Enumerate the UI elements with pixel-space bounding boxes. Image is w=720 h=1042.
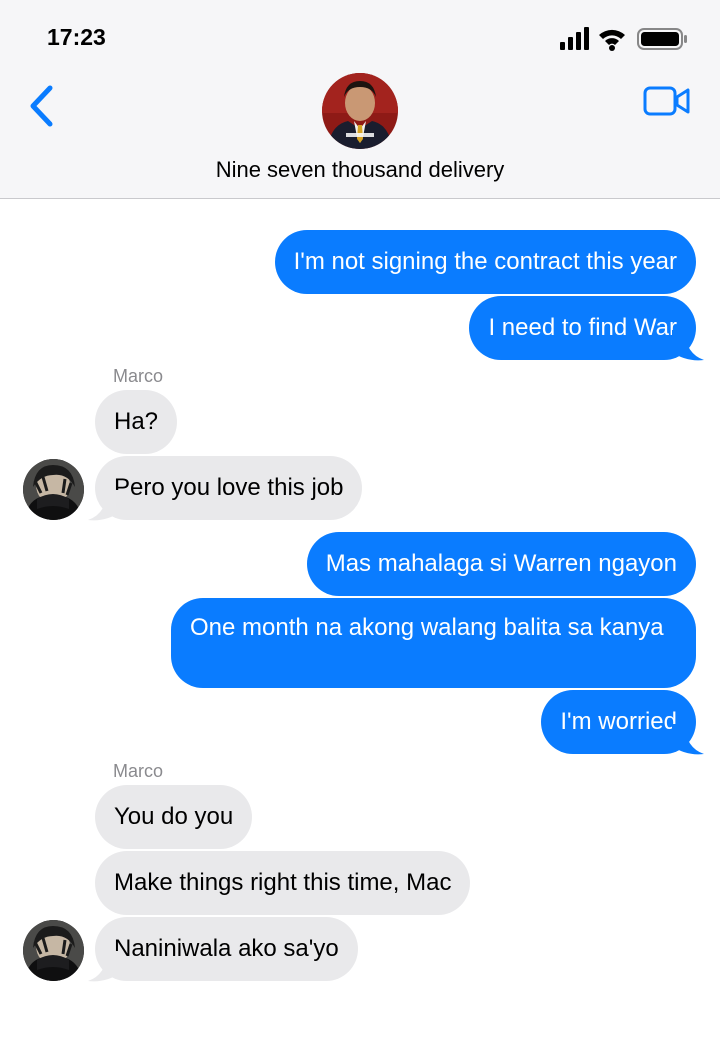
avatar-image — [23, 459, 84, 520]
incoming-message[interactable]: Make things right this time, Mac — [95, 851, 471, 915]
outgoing-bubble-tail — [672, 724, 704, 755]
battery-icon — [637, 28, 687, 50]
status-icons — [560, 27, 687, 51]
incoming-bubble-tail — [88, 951, 120, 982]
sender-avatar[interactable] — [23, 920, 84, 981]
signal-icon — [560, 27, 589, 50]
contact-avatar[interactable] — [322, 73, 398, 149]
back-chevron-icon[interactable] — [26, 84, 60, 128]
incoming-message[interactable]: Pero you love this job — [95, 456, 363, 520]
incoming-bubble-tail — [88, 490, 120, 521]
sender-name: Marco — [113, 366, 164, 386]
outgoing-bubble-tail — [672, 330, 704, 361]
avatar-image — [23, 920, 84, 981]
status-time: 17:23 — [47, 24, 106, 50]
outgoing-message[interactable]: Mas mahalaga si Warren ngayon — [306, 532, 696, 596]
incoming-message[interactable]: Ha? — [95, 390, 178, 454]
incoming-message[interactable]: You do you — [95, 785, 253, 849]
contact-name[interactable]: Nine seven thousand delivery — [0, 157, 720, 183]
video-call-icon[interactable] — [643, 84, 691, 118]
outgoing-message[interactable]: One month na akong walang balita sa kany… — [171, 598, 696, 688]
sender-name: Marco — [113, 761, 164, 781]
conversation-header: 17:23 Nine seven thousand delivery — [0, 0, 720, 199]
sender-avatar[interactable] — [23, 459, 84, 520]
incoming-message[interactable]: Naniniwala ako sa'yo — [95, 917, 358, 981]
outgoing-message[interactable]: I need to find War — [469, 296, 696, 360]
outgoing-message[interactable]: I'm not signing the contract this year — [274, 230, 696, 294]
wifi-icon — [599, 29, 625, 51]
avatar-image — [322, 73, 398, 149]
